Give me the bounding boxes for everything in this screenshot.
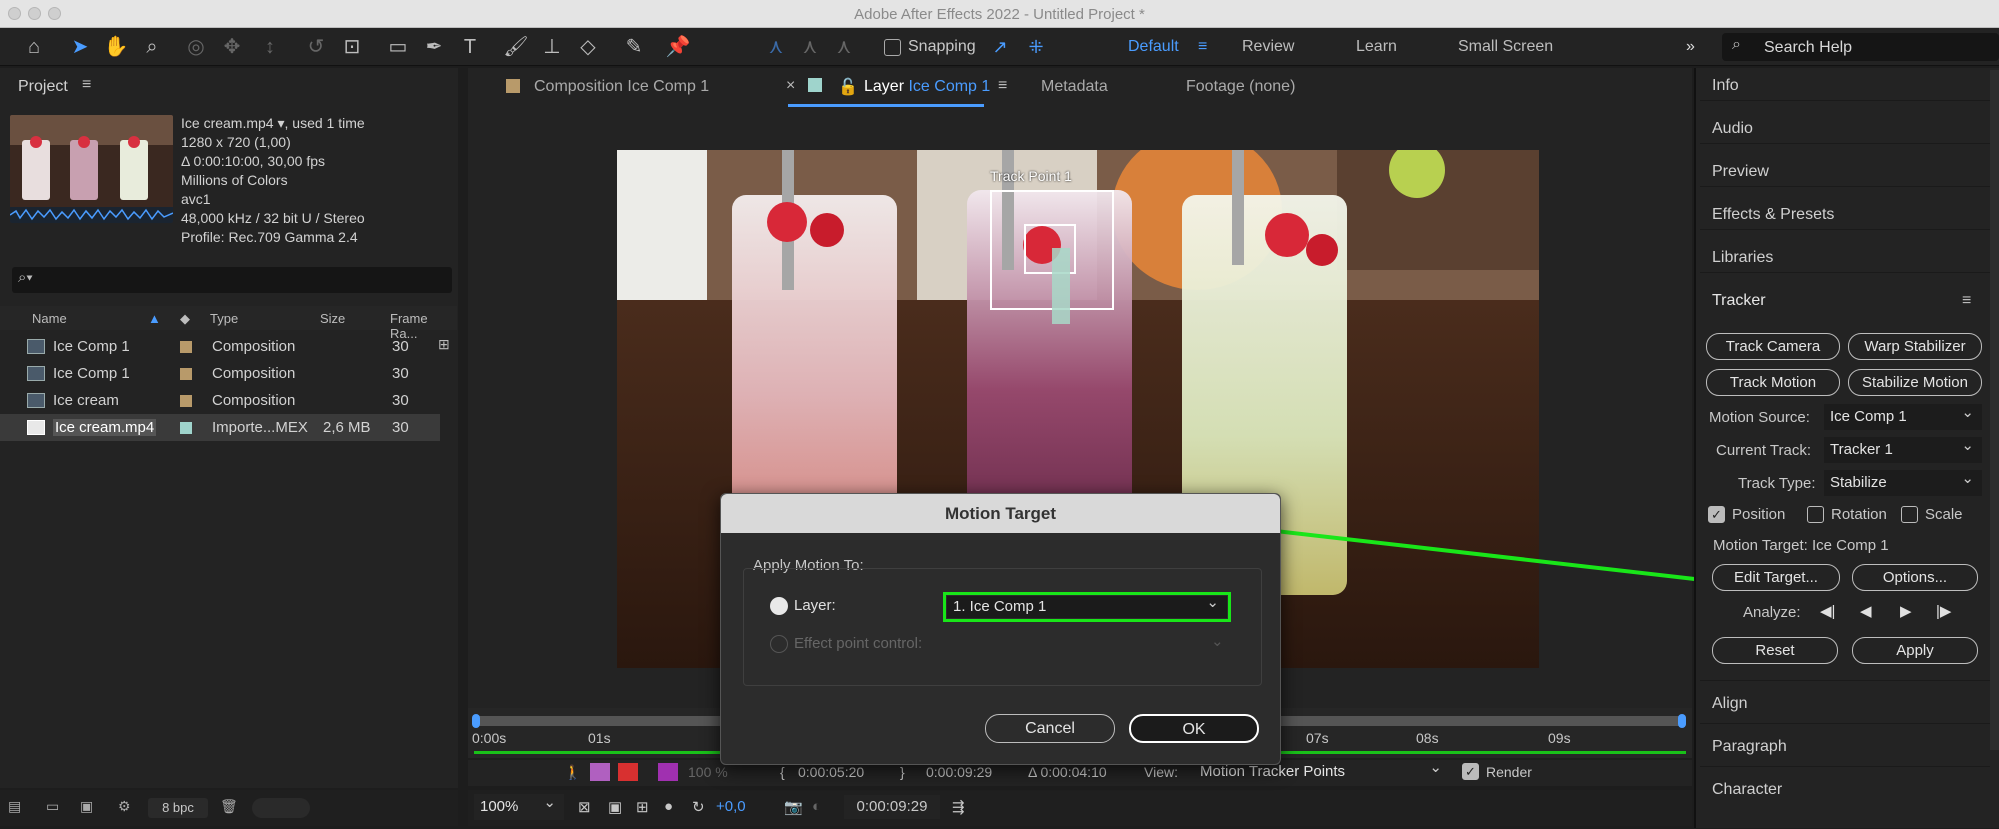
edit-target-button[interactable]: Edit Target... — [1712, 564, 1840, 591]
ruler-label: 09s — [1548, 730, 1571, 746]
motion-source-dropdown[interactable]: Ice Comp 1 — [1824, 400, 1982, 430]
out-point-icon[interactable]: } — [900, 764, 905, 780]
right-panel-scrollbar[interactable] — [1990, 70, 1999, 750]
ruler-label: 08s — [1416, 730, 1439, 746]
show-snapshot-icon[interactable]: ◐ — [812, 798, 821, 815]
layer-radio[interactable] — [770, 597, 788, 615]
effect-point-radio[interactable] — [770, 635, 788, 653]
stabilize-motion-button[interactable]: Stabilize Motion — [1848, 369, 1982, 396]
dialog-title: Motion Target — [721, 494, 1280, 533]
exposure-value[interactable]: +0,0 — [716, 798, 746, 815]
panel-audio[interactable]: Audio — [1712, 120, 1753, 138]
motion-target-text: Motion Target: Ice Comp 1 — [1713, 537, 1889, 554]
rotation-label: Rotation — [1831, 506, 1887, 523]
chevron-down-icon[interactable]: ⌄ — [1211, 632, 1224, 650]
panel-effects-presets[interactable]: Effects & Presets — [1712, 206, 1834, 224]
color-channels-icon[interactable]: ● — [664, 798, 673, 815]
current-track-dropdown[interactable]: Tracker 1 — [1824, 433, 1982, 463]
options-button[interactable]: Options... — [1852, 564, 1978, 591]
reset-button[interactable]: Reset — [1712, 637, 1838, 664]
duration-value: Δ 0:00:04:10 — [1028, 764, 1107, 780]
divider — [1700, 229, 1990, 230]
current-track-label: Current Track: — [1716, 442, 1812, 459]
reset-exposure-icon[interactable]: ↻ — [692, 798, 705, 816]
scale-label: Scale — [1925, 506, 1963, 523]
analyze-forward-one-frame-icon[interactable]: |▶ — [1936, 602, 1951, 620]
title-safe-icon[interactable]: ▣ — [608, 798, 622, 816]
grid-icon[interactable]: ⊞ — [636, 798, 649, 816]
track-type-dropdown[interactable]: Stabilize — [1824, 466, 1982, 496]
layer-label: Layer: — [794, 597, 836, 614]
in-point-icon[interactable]: { — [780, 764, 785, 780]
ruler-label: 07s — [1306, 730, 1329, 746]
motion-tracker-icon[interactable]: 🚶 — [564, 764, 581, 781]
in-point-marker[interactable] — [472, 714, 480, 728]
motion-source-label: Motion Source: — [1709, 409, 1810, 426]
panel-align[interactable]: Align — [1712, 695, 1748, 713]
roto-brush-icon[interactable] — [618, 763, 638, 781]
panel-info[interactable]: Info — [1712, 77, 1739, 95]
track-camera-button[interactable]: Track Camera — [1706, 333, 1840, 360]
analyze-backward-icon[interactable]: ◀ — [1860, 602, 1872, 620]
warp-stabilizer-button[interactable]: Warp Stabilizer — [1848, 333, 1982, 360]
fit-icon[interactable]: ⊠ — [578, 798, 591, 816]
divider — [1700, 100, 1990, 101]
apply-motion-group — [743, 568, 1262, 686]
ruler-label: 01s — [588, 730, 611, 746]
flowchart-icon[interactable]: ⇶ — [952, 798, 965, 816]
layer-select[interactable]: 1. Ice Comp 1 — [947, 592, 1227, 618]
panel-divider — [1694, 68, 1696, 828]
viewer-footer: 100% ⊠ ▣ ⊞ ● ↻ +0,0 📷 ◐ 0:00:09:29 ⇶ — [468, 790, 1692, 826]
magnification-dropdown[interactable]: 100% — [474, 790, 564, 820]
rotation-checkbox[interactable] — [1807, 506, 1824, 523]
divider — [1700, 186, 1990, 187]
panel-libraries[interactable]: Libraries — [1712, 249, 1773, 267]
divider — [1700, 272, 1990, 273]
ruler-label: 0:00s — [472, 730, 507, 746]
panel-preview[interactable]: Preview — [1712, 163, 1769, 181]
divider — [1700, 143, 1990, 144]
position-label: Position — [1732, 506, 1786, 523]
motion-target-dialog: Motion Target Apply Motion To: Layer: 1.… — [720, 493, 1281, 765]
render-checkbox[interactable]: ✓ — [1462, 763, 1479, 780]
ok-button[interactable]: OK — [1129, 714, 1259, 743]
analyze-forward-icon[interactable]: ▶ — [1900, 602, 1912, 620]
current-time[interactable]: 0:00:05:20 — [798, 764, 864, 780]
track-motion-button[interactable]: Track Motion — [1706, 369, 1840, 396]
panel-menu-icon[interactable]: ≡ — [1962, 292, 1971, 310]
divider — [1700, 723, 1990, 724]
current-timecode[interactable]: 0:00:09:29 — [844, 795, 940, 819]
cancel-button[interactable]: Cancel — [985, 714, 1115, 743]
scale-checkbox[interactable] — [1901, 506, 1918, 523]
paint-icon[interactable] — [590, 763, 610, 781]
panel-character[interactable]: Character — [1712, 781, 1782, 799]
track-type-label: Track Type: — [1738, 475, 1816, 492]
tracker-panel-title[interactable]: Tracker — [1712, 292, 1766, 310]
out-point-time[interactable]: 0:00:09:29 — [926, 764, 992, 780]
position-checkbox[interactable]: ✓ — [1708, 506, 1725, 523]
panel-paragraph[interactable]: Paragraph — [1712, 738, 1787, 756]
divider — [1700, 680, 1990, 681]
analyze-back-one-frame-icon[interactable]: ◀| — [1820, 602, 1835, 620]
snapshot-icon[interactable]: 📷 — [784, 798, 803, 816]
layer-color-icon[interactable] — [658, 763, 678, 781]
render-label: Render — [1486, 764, 1532, 780]
opacity-value[interactable]: 100 % — [688, 764, 728, 780]
analyze-label: Analyze: — [1743, 604, 1801, 621]
out-point-marker[interactable] — [1678, 714, 1686, 728]
apply-button[interactable]: Apply — [1852, 637, 1978, 664]
divider — [1700, 766, 1990, 767]
effect-point-label: Effect point control: — [794, 635, 923, 652]
view-label: View: — [1144, 764, 1178, 780]
